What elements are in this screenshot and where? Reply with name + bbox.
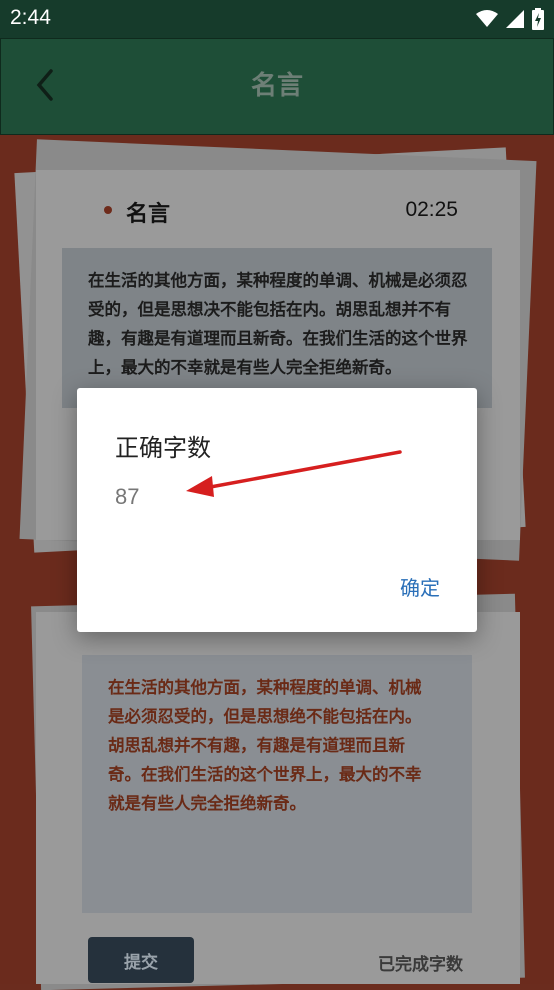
bullet-dot [104, 206, 112, 214]
confirm-button[interactable]: 确定 [400, 572, 440, 601]
dialog-message: 87 [115, 484, 140, 509]
app-toolbar: 名言 [0, 38, 554, 135]
typing-input[interactable]: 在生活的其他方面，某种程度的单调、机械是必须忍受的，但是思想绝不能包括在内。胡思… [82, 655, 472, 913]
quote-card-header: 名言 02:25 [36, 190, 520, 238]
quote-box: 在生活的其他方面，某种程度的单调、机械是必须忍受的，但是思想决不能包括在内。胡思… [62, 248, 492, 408]
countdown-timer: 02:25 [405, 198, 458, 221]
result-dialog: 正确字数 87 确定 [77, 388, 477, 632]
progress-label: 已完成字数 [378, 955, 463, 975]
wifi-icon [476, 10, 498, 27]
status-bar: 2:44 [0, 0, 554, 38]
card-title: 名言 [126, 202, 171, 227]
battery-icon [532, 8, 544, 30]
quote-text: 在生活的其他方面，某种程度的单调、机械是必须忍受的，但是思想决不能包括在内。胡思… [88, 271, 468, 377]
dialog-title: 正确字数 [115, 434, 211, 462]
page-title: 名言 [250, 71, 303, 101]
signal-icon [506, 10, 524, 28]
submit-button[interactable]: 提交 [88, 937, 194, 983]
status-time: 2:44 [10, 6, 51, 29]
typed-text: 在生活的其他方面，某种程度的单调、机械是必须忍受的，但是思想绝不能包括在内。胡思… [108, 678, 422, 813]
status-icons [476, 8, 544, 30]
